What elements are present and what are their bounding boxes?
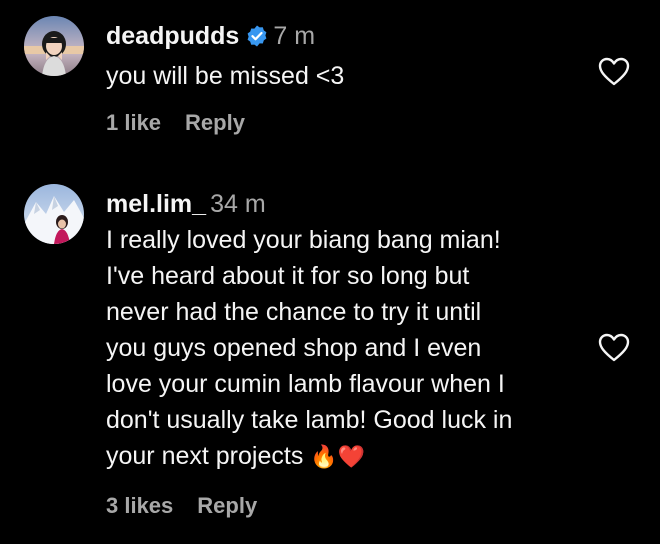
avatar[interactable]: [24, 184, 84, 244]
likes-count[interactable]: 3 likes: [106, 493, 173, 518]
comment-actions: 3 likes Reply: [106, 493, 257, 519]
comment-text-line: never had the chance to try it until: [106, 298, 482, 326]
likes-count[interactable]: 1 like: [106, 110, 161, 135]
comment-text-line: I've heard about it for so long but: [106, 262, 470, 290]
reply-button[interactable]: Reply: [197, 493, 257, 518]
comment-text-line: you guys opened shop and I even: [106, 334, 482, 362]
avatar[interactable]: [24, 16, 84, 76]
heart-outline-icon[interactable]: [598, 333, 630, 363]
fire-heart-emoji: 🔥❤️: [310, 444, 366, 469]
comment-text-line: don't usually take lamb! Good luck in: [106, 406, 513, 434]
comment-header: mel.lim_ 34 m: [106, 186, 596, 222]
comment-text: you will be missed <3: [106, 62, 345, 90]
timestamp: 7 m: [273, 22, 316, 50]
heart-outline-icon[interactable]: [598, 57, 630, 87]
timestamp: 34 m: [210, 190, 266, 218]
reply-button[interactable]: Reply: [185, 110, 245, 135]
comment-text-line: love your cumin lamb flavour when I: [106, 370, 505, 398]
username[interactable]: deadpudds: [106, 22, 239, 50]
comment-text-line-text: your next projects: [106, 442, 304, 470]
verified-badge-icon: [245, 22, 269, 58]
comment-text: I really loved your biang bang mian! I'v…: [106, 222, 596, 475]
username[interactable]: mel.lim_: [106, 190, 206, 218]
comment-text-line: your next projects 🔥❤️: [106, 438, 596, 475]
comment-header: deadpudds 7 m: [106, 18, 596, 58]
comment-actions: 1 like Reply: [106, 110, 245, 136]
comment-text-line: I really loved your biang bang mian!: [106, 226, 501, 254]
